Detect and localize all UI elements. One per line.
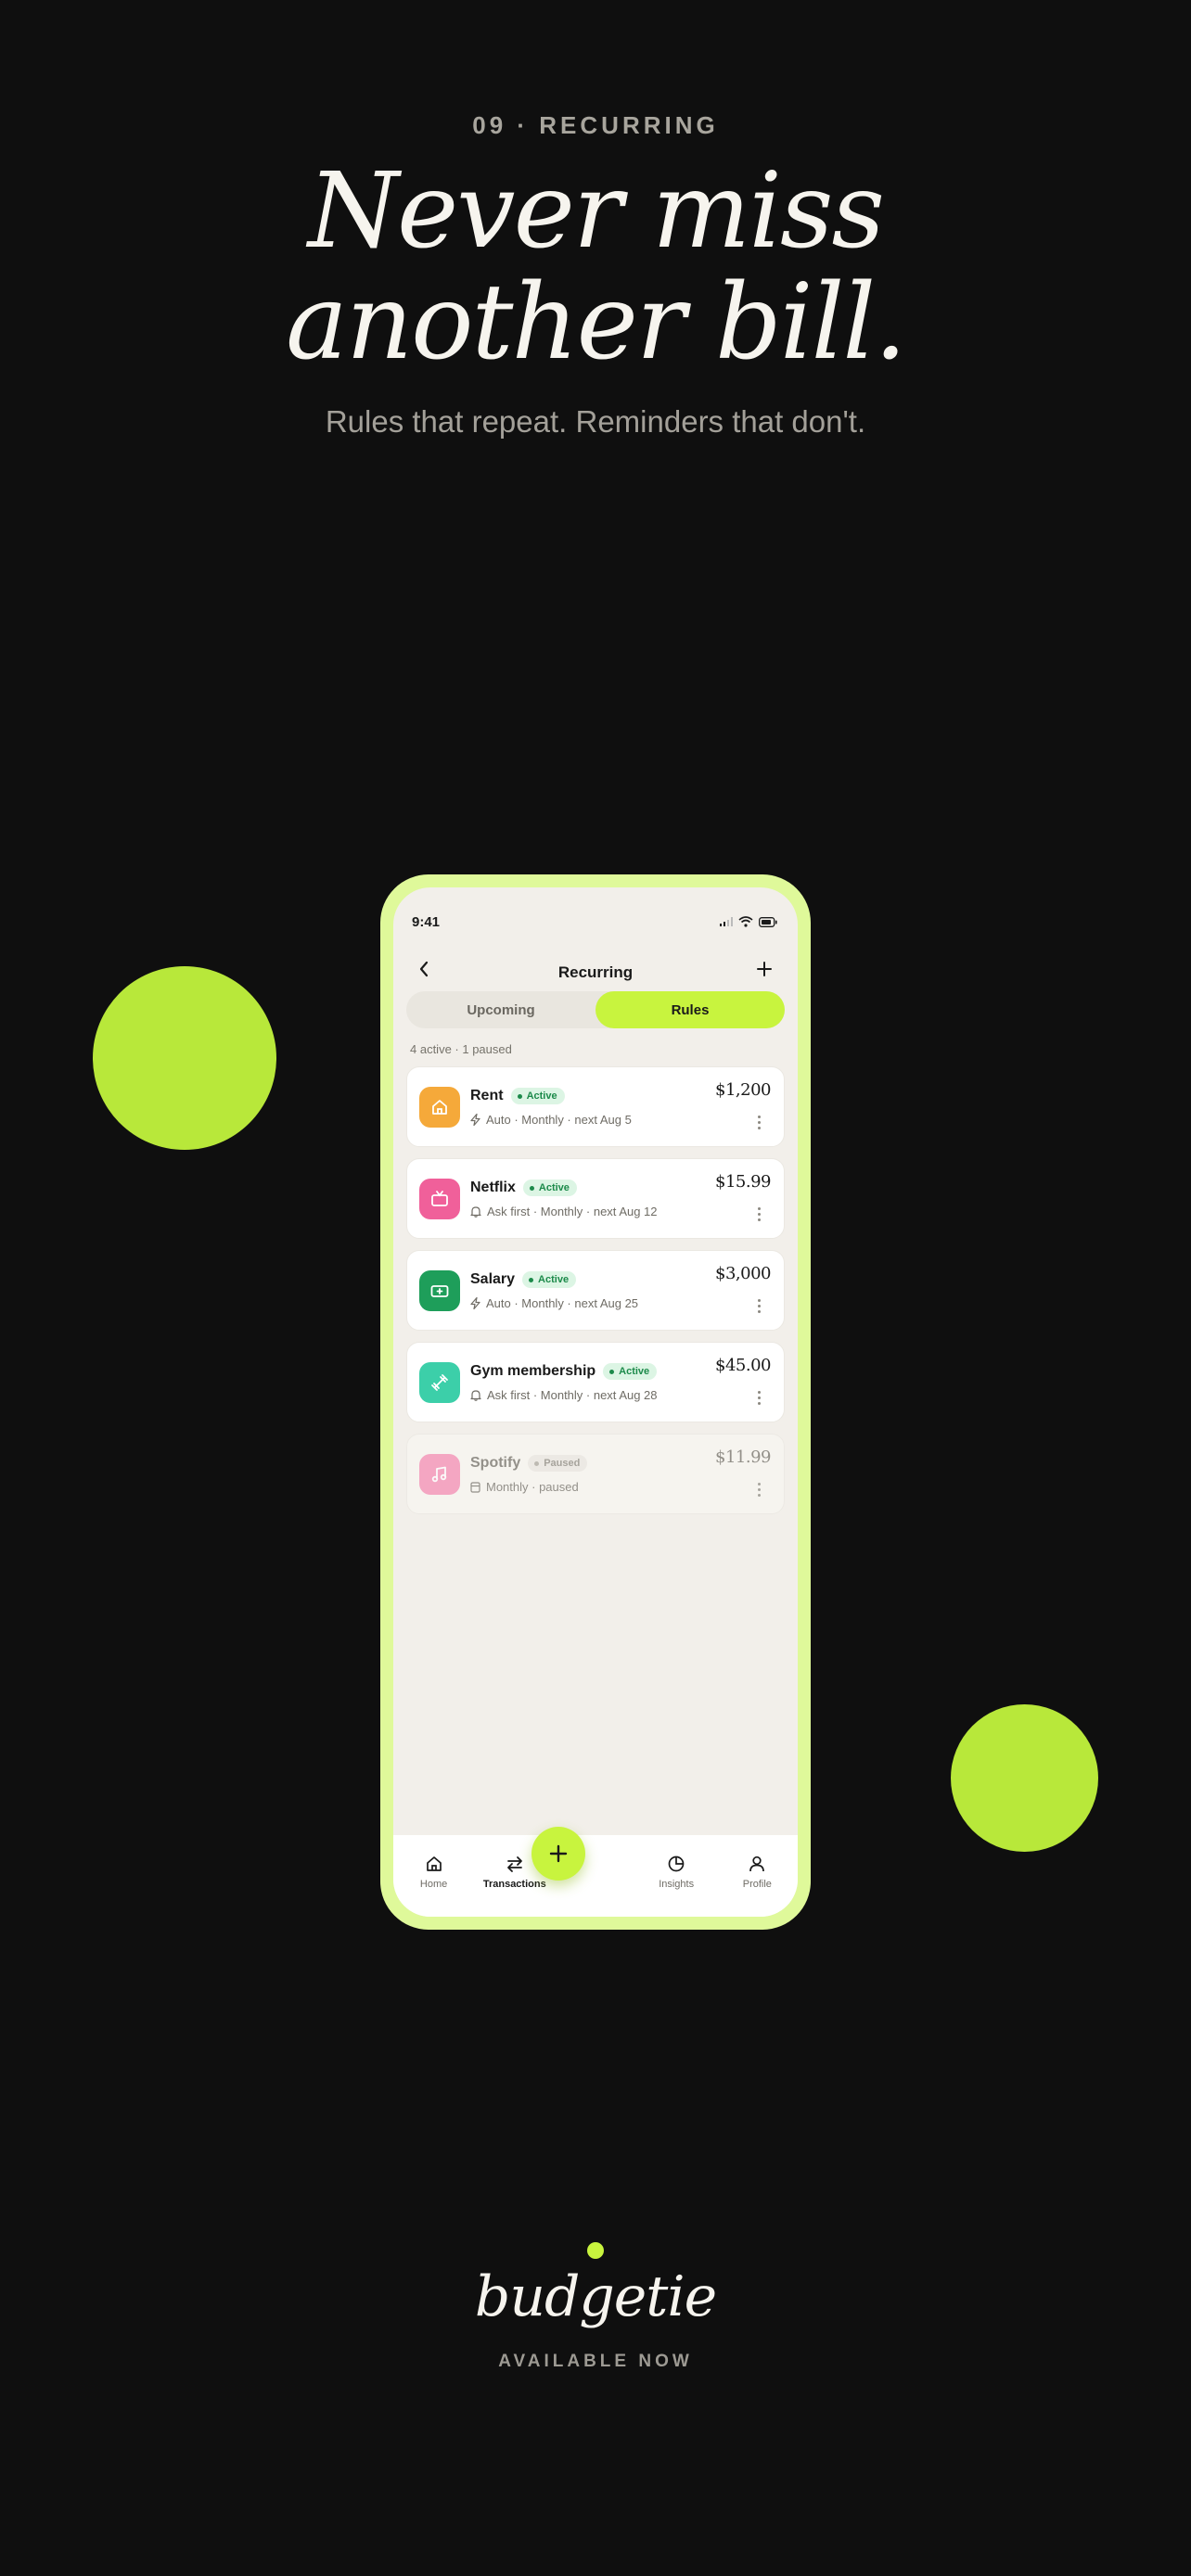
status-badge: Paused <box>528 1455 588 1472</box>
lightning-icon <box>470 1114 480 1126</box>
banknote-icon <box>419 1270 460 1311</box>
more-options-icon[interactable] <box>758 1299 762 1313</box>
tv-icon <box>419 1179 460 1219</box>
rule-meta: Monthly · paused <box>486 1480 579 1494</box>
chevron-left-icon <box>419 961 429 977</box>
rules-list: Rent Active Auto · Monthly · next Aug 5 $… <box>406 1066 785 1525</box>
tabbar-label: Insights <box>659 1879 695 1890</box>
tabbar-profile[interactable]: Profile <box>717 1835 798 1917</box>
wifi-icon <box>738 916 753 927</box>
status-badge: Active <box>603 1363 658 1380</box>
rules-summary: 4 active · 1 paused <box>410 1042 512 1056</box>
rule-name: Salary <box>470 1271 516 1287</box>
nav-bar: Recurring <box>393 952 798 993</box>
add-rule-button[interactable] <box>755 960 774 983</box>
battery-icon <box>759 916 777 927</box>
status-time: 9:41 <box>412 913 441 930</box>
more-options-icon[interactable] <box>758 1483 762 1497</box>
headline-line-2: another bill. <box>286 262 907 383</box>
rule-card-spotify[interactable]: Spotify Paused Monthly · paused $11.99 <box>406 1434 785 1514</box>
tabbar-insights[interactable]: Insights <box>636 1835 717 1917</box>
rule-amount: $15.99 <box>715 1172 771 1192</box>
tab-upcoming[interactable]: Upcoming <box>406 991 596 1028</box>
decorative-circle-right <box>951 1704 1098 1852</box>
plus-icon <box>757 962 772 976</box>
rule-card-netflix[interactable]: Netflix Active Ask first · Monthly · next… <box>406 1158 785 1239</box>
rule-name: Spotify <box>470 1455 521 1471</box>
rule-meta: Ask first · Monthly · next Aug 12 <box>487 1205 658 1218</box>
status-badge: Active <box>522 1271 577 1288</box>
dumbbell-icon <box>419 1362 460 1403</box>
segmented-control: Upcoming Rules <box>406 991 785 1028</box>
signal-icon <box>720 917 733 926</box>
user-icon <box>749 1855 765 1872</box>
add-transaction-button[interactable] <box>531 1827 585 1881</box>
rule-name: Gym membership <box>470 1363 596 1379</box>
tabbar-home[interactable]: Home <box>393 1835 474 1917</box>
decorative-circle-left <box>93 966 276 1150</box>
music-icon <box>419 1454 460 1495</box>
back-button[interactable] <box>417 960 430 983</box>
rule-amount: $1,200 <box>715 1080 771 1100</box>
tabbar-label: Transactions <box>482 1879 546 1890</box>
bell-icon <box>470 1206 481 1218</box>
phone-screen: 9:41 Recurring Upcoming Rules 4 active ·… <box>393 887 798 1917</box>
tab-rules[interactable]: Rules <box>596 991 785 1028</box>
brand-logo: budgetie <box>474 2264 717 2329</box>
plus-icon <box>549 1844 568 1863</box>
status-badge: Active <box>522 1180 577 1196</box>
rule-meta: Auto · Monthly · next Aug 25 <box>486 1296 639 1310</box>
calendar-icon <box>470 1482 480 1493</box>
page-title: Recurring <box>557 963 634 981</box>
rule-name: Netflix <box>470 1180 516 1195</box>
tabbar-label: Home <box>419 1879 448 1890</box>
rule-amount: $45.00 <box>715 1356 771 1375</box>
brand-dot <box>587 2242 604 2259</box>
subtitle: Rules that repeat. Reminders that don't. <box>325 404 866 439</box>
section-eyebrow: 09 · RECURRING <box>472 111 719 139</box>
more-options-icon[interactable] <box>758 1116 762 1129</box>
lightning-icon <box>470 1297 480 1309</box>
rule-amount: $11.99 <box>715 1447 771 1467</box>
tab-bar: Home Transactions Insights Profile <box>393 1835 798 1917</box>
rule-card-rent[interactable]: Rent Active Auto · Monthly · next Aug 5 $… <box>406 1066 785 1147</box>
more-options-icon[interactable] <box>758 1207 762 1221</box>
rule-name: Rent <box>470 1088 504 1103</box>
status-bar: 9:41 <box>412 912 777 932</box>
rule-meta: Ask first · Monthly · next Aug 28 <box>487 1388 658 1402</box>
more-options-icon[interactable] <box>758 1391 762 1405</box>
rule-amount: $3,000 <box>715 1264 771 1283</box>
bell-icon <box>470 1390 481 1401</box>
home-icon <box>426 1856 442 1871</box>
swap-arrows-icon <box>506 1856 522 1872</box>
pie-chart-icon <box>668 1855 685 1872</box>
status-badge: Active <box>510 1088 565 1104</box>
headline: Never miss another bill. <box>0 156 1191 378</box>
availability-tagline: AVAILABLE NOW <box>498 2352 693 2371</box>
rule-meta: Auto · Monthly · next Aug 5 <box>486 1113 632 1127</box>
tabbar-label: Profile <box>742 1879 772 1890</box>
phone-mockup: 9:41 Recurring Upcoming Rules 4 active ·… <box>380 874 811 1930</box>
rule-card-salary[interactable]: Salary Active Auto · Monthly · next Aug 2… <box>406 1250 785 1331</box>
rule-card-gym[interactable]: Gym membership Active Ask first · Monthly… <box>406 1342 785 1422</box>
home-icon <box>419 1087 460 1128</box>
headline-line-1: Never miss <box>308 151 885 272</box>
